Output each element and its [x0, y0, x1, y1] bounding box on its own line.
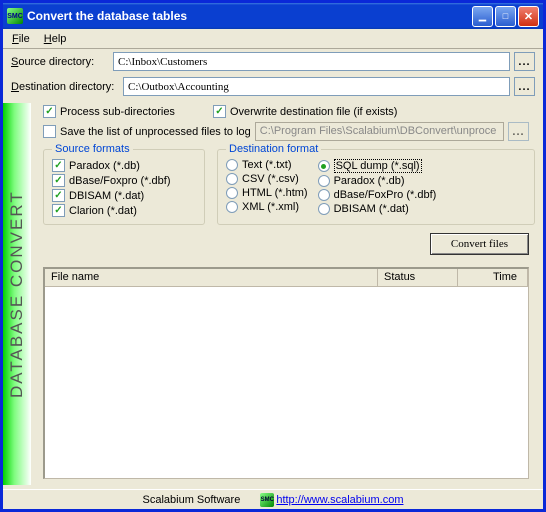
source-browse-button[interactable]: ... — [514, 52, 535, 71]
close-button[interactable]: ✕ — [518, 6, 539, 27]
src-dbisam-checkbox[interactable]: DBISAM (*.dat) — [52, 188, 196, 203]
maximize-button[interactable]: □ — [495, 6, 516, 27]
source-formats-group: Source formats Paradox (*.db) dBase/Foxp… — [43, 149, 205, 225]
menu-bar: File Help — [3, 29, 543, 49]
dest-csv-radio[interactable]: CSV (*.csv) — [226, 172, 308, 186]
overwrite-checkbox[interactable]: Overwrite destination file (if exists) — [213, 105, 398, 118]
menu-help[interactable]: Help — [37, 31, 74, 47]
minimize-button[interactable]: ▁ — [472, 6, 493, 27]
company-icon: SMC — [260, 493, 274, 507]
menu-file[interactable]: File — [5, 31, 37, 47]
dest-dir-input[interactable] — [123, 77, 510, 96]
src-dbase-checkbox[interactable]: dBase/Foxpro (*.dbf) — [52, 173, 196, 188]
title-bar: SMC Convert the database tables ▁ □ ✕ — [3, 3, 543, 29]
src-paradox-checkbox[interactable]: Paradox (*.db) — [52, 158, 196, 173]
status-bar: Scalabium Software SMC http://www.scalab… — [3, 489, 543, 509]
save-log-checkbox[interactable]: Save the list of unprocessed files to lo… — [43, 125, 251, 138]
window-title: Convert the database tables — [27, 9, 472, 23]
dest-dbisam-radio[interactable]: DBISAM (*.dat) — [318, 202, 437, 216]
convert-button[interactable]: Convert files — [430, 233, 529, 255]
app-window: SMC Convert the database tables ▁ □ ✕ Fi… — [0, 0, 546, 512]
results-body — [45, 287, 528, 478]
col-filename[interactable]: File name — [45, 269, 378, 286]
dest-sql-radio[interactable]: SQL dump (*.sql) — [318, 158, 437, 174]
source-dir-label: Source directory: — [11, 56, 109, 68]
source-dir-input[interactable] — [113, 52, 510, 71]
app-icon: SMC — [7, 8, 23, 24]
dest-format-group: Destination format Text (*.txt) CSV (*.c… — [217, 149, 535, 225]
log-path-input: C:\Program Files\Scalabium\DBConvert\unp… — [255, 122, 504, 141]
dest-paradox-radio[interactable]: Paradox (*.db) — [318, 174, 437, 188]
process-subdirs-checkbox[interactable]: Process sub-directories — [43, 105, 175, 118]
results-list[interactable]: File name Status Time — [43, 267, 529, 479]
col-status[interactable]: Status — [378, 269, 458, 286]
company-label: Scalabium Software — [143, 494, 241, 506]
dest-dbase-radio[interactable]: dBase/FoxPro (*.dbf) — [318, 188, 437, 202]
log-browse-button: ... — [508, 122, 529, 141]
dest-text-radio[interactable]: Text (*.txt) — [226, 158, 308, 172]
dest-browse-button[interactable]: ... — [514, 77, 535, 96]
col-time[interactable]: Time — [458, 269, 528, 286]
vertical-banner: DATABASE CONVERT — [3, 103, 31, 485]
company-link[interactable]: http://www.scalabium.com — [276, 494, 403, 506]
results-header: File name Status Time — [45, 269, 528, 287]
dest-xml-radio[interactable]: XML (*.xml) — [226, 200, 308, 214]
dest-dir-label: Destination directory: — [11, 81, 119, 93]
dest-html-radio[interactable]: HTML (*.htm) — [226, 186, 308, 200]
src-clarion-checkbox[interactable]: Clarion (*.dat) — [52, 203, 196, 218]
